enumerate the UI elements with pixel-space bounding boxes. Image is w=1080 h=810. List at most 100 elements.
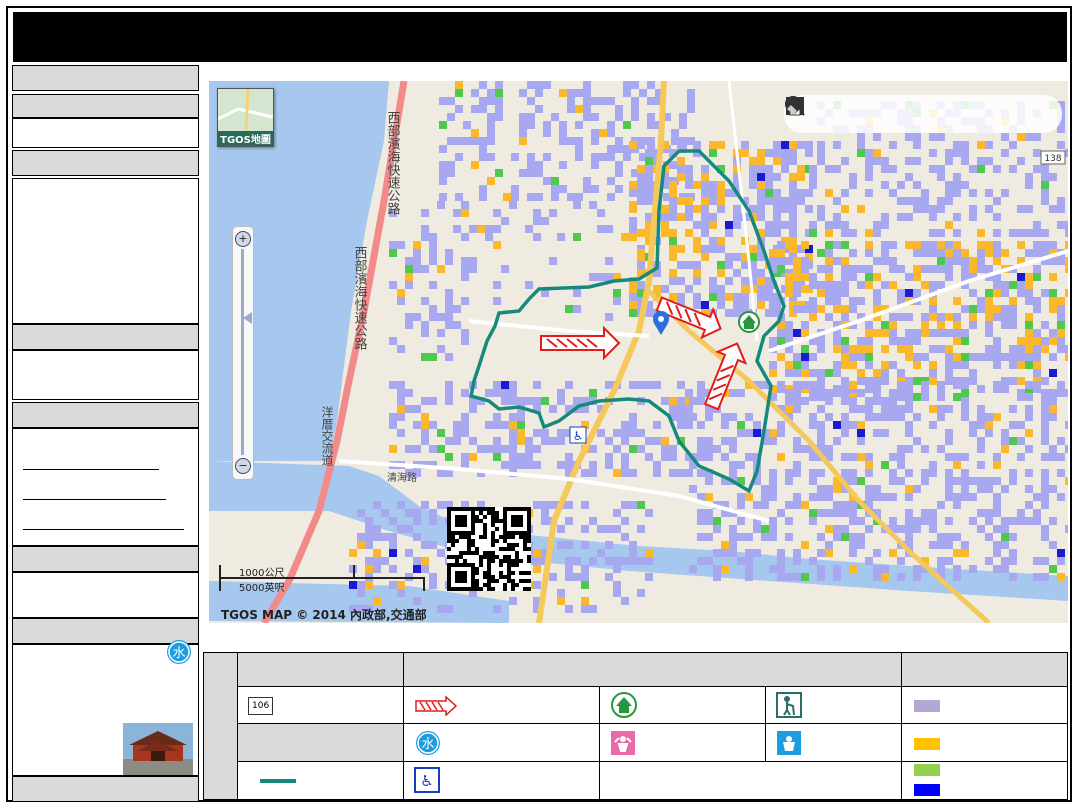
land-use-cell (1009, 281, 1017, 289)
qr-module (447, 587, 451, 591)
qr-module (455, 555, 459, 559)
qr-module (495, 515, 499, 519)
land-use-cell (1009, 377, 1017, 385)
qr-module (447, 511, 451, 515)
qr-module (487, 579, 491, 583)
measure-line-icon[interactable] (786, 97, 953, 127)
land-use-cell (1041, 189, 1049, 197)
land-use-cell (453, 437, 461, 445)
land-use-cell (565, 461, 573, 469)
land-use-cell (637, 197, 645, 205)
qr-module (487, 583, 491, 587)
land-use-cell (785, 469, 793, 477)
land-use-cell (469, 225, 477, 233)
land-use-cell (439, 177, 447, 185)
land-use-cell (541, 437, 549, 445)
zoom-slider[interactable]: + − (232, 226, 254, 480)
land-use-cell (557, 461, 565, 469)
land-use-cell (961, 413, 969, 421)
land-use-cell (1025, 445, 1033, 453)
land-use-cell (765, 165, 773, 173)
land-use-cell (749, 157, 757, 165)
qr-module (483, 575, 487, 579)
land-use-cell (833, 437, 841, 445)
qr-module (503, 539, 507, 543)
land-use-cell (533, 581, 541, 589)
land-use-cell (1009, 533, 1017, 541)
zoom-handle[interactable] (243, 312, 252, 324)
land-use-cell (873, 329, 881, 337)
legend-header-2 (402, 651, 903, 688)
land-use-cell (405, 281, 413, 289)
land-use-cell (977, 165, 985, 173)
land-use-cell (953, 141, 961, 149)
full-extent-icon[interactable] (786, 97, 919, 127)
land-use-cell (849, 421, 857, 429)
land-use-cell (469, 265, 477, 273)
land-use-cell (717, 301, 725, 309)
land-use-cell (825, 281, 833, 289)
land-use-cell (913, 273, 921, 281)
land-use-cell (969, 493, 977, 501)
land-use-cell (817, 289, 825, 297)
land-use-cell (921, 381, 929, 389)
land-use-cell (849, 305, 857, 313)
eraser-icon[interactable] (787, 99, 1054, 127)
land-use-cell (1041, 229, 1049, 237)
land-use-cell (809, 381, 817, 389)
land-use-cell (557, 541, 565, 549)
zoom-in-icon[interactable] (785, 96, 852, 127)
land-use-cell (373, 501, 381, 509)
land-use-cell (445, 321, 453, 329)
zoom-plus-button[interactable]: + (235, 231, 251, 247)
land-use-cell (1009, 345, 1017, 353)
qr-module (507, 563, 511, 567)
qr-module (471, 571, 475, 575)
land-use-cell (781, 157, 789, 165)
land-use-cell (685, 405, 693, 413)
temple-icon (738, 311, 760, 333)
map-view[interactable]: ♿ 138 西部濱海快速公路 西部濱海快速公路 洋厝交流道 清海路 TGOS地圖… (209, 81, 1068, 623)
temple-icon (611, 692, 637, 719)
land-use-cell (825, 485, 833, 493)
land-use-cell (945, 485, 953, 493)
land-use-cell (777, 453, 785, 461)
land-use-cell (1057, 453, 1065, 461)
land-use-cell (637, 181, 645, 189)
land-use-cell (447, 169, 455, 177)
land-use-cell (913, 133, 921, 141)
land-use-cell (615, 113, 623, 121)
tgos-basemap-thumbnail[interactable]: TGOS地圖 (217, 88, 274, 147)
land-use-cell (1041, 485, 1049, 493)
qr-module (511, 563, 515, 567)
qr-module (471, 587, 475, 591)
land-use-cell (565, 573, 573, 581)
land-use-cell (623, 81, 631, 89)
land-use-cell (509, 437, 517, 445)
land-use-cell (945, 405, 953, 413)
land-use-cell (615, 185, 623, 193)
land-use-cell (1025, 381, 1033, 389)
land-use-cell (533, 429, 541, 437)
land-use-cell (753, 549, 761, 557)
land-use-cell (809, 353, 817, 361)
land-use-cell (1065, 421, 1068, 429)
land-use-cell (701, 245, 709, 253)
land-use-cell (857, 477, 865, 485)
land-use-cell (373, 533, 381, 541)
land-use-cell (841, 345, 849, 353)
qr-module (455, 523, 459, 527)
land-use-cell (479, 137, 487, 145)
land-use-cell (621, 461, 629, 469)
land-use-cell (621, 597, 629, 605)
land-use-cell (737, 389, 745, 397)
zoom-out-icon[interactable] (785, 96, 885, 127)
land-use-cell (737, 533, 745, 541)
print-icon[interactable] (786, 97, 1020, 127)
land-use-cell (889, 405, 897, 413)
qr-module (479, 563, 483, 567)
land-use-cell (865, 493, 873, 501)
zoom-minus-button[interactable]: − (235, 458, 251, 474)
measure-area-icon[interactable] (786, 97, 987, 127)
land-use-cell (429, 573, 437, 581)
